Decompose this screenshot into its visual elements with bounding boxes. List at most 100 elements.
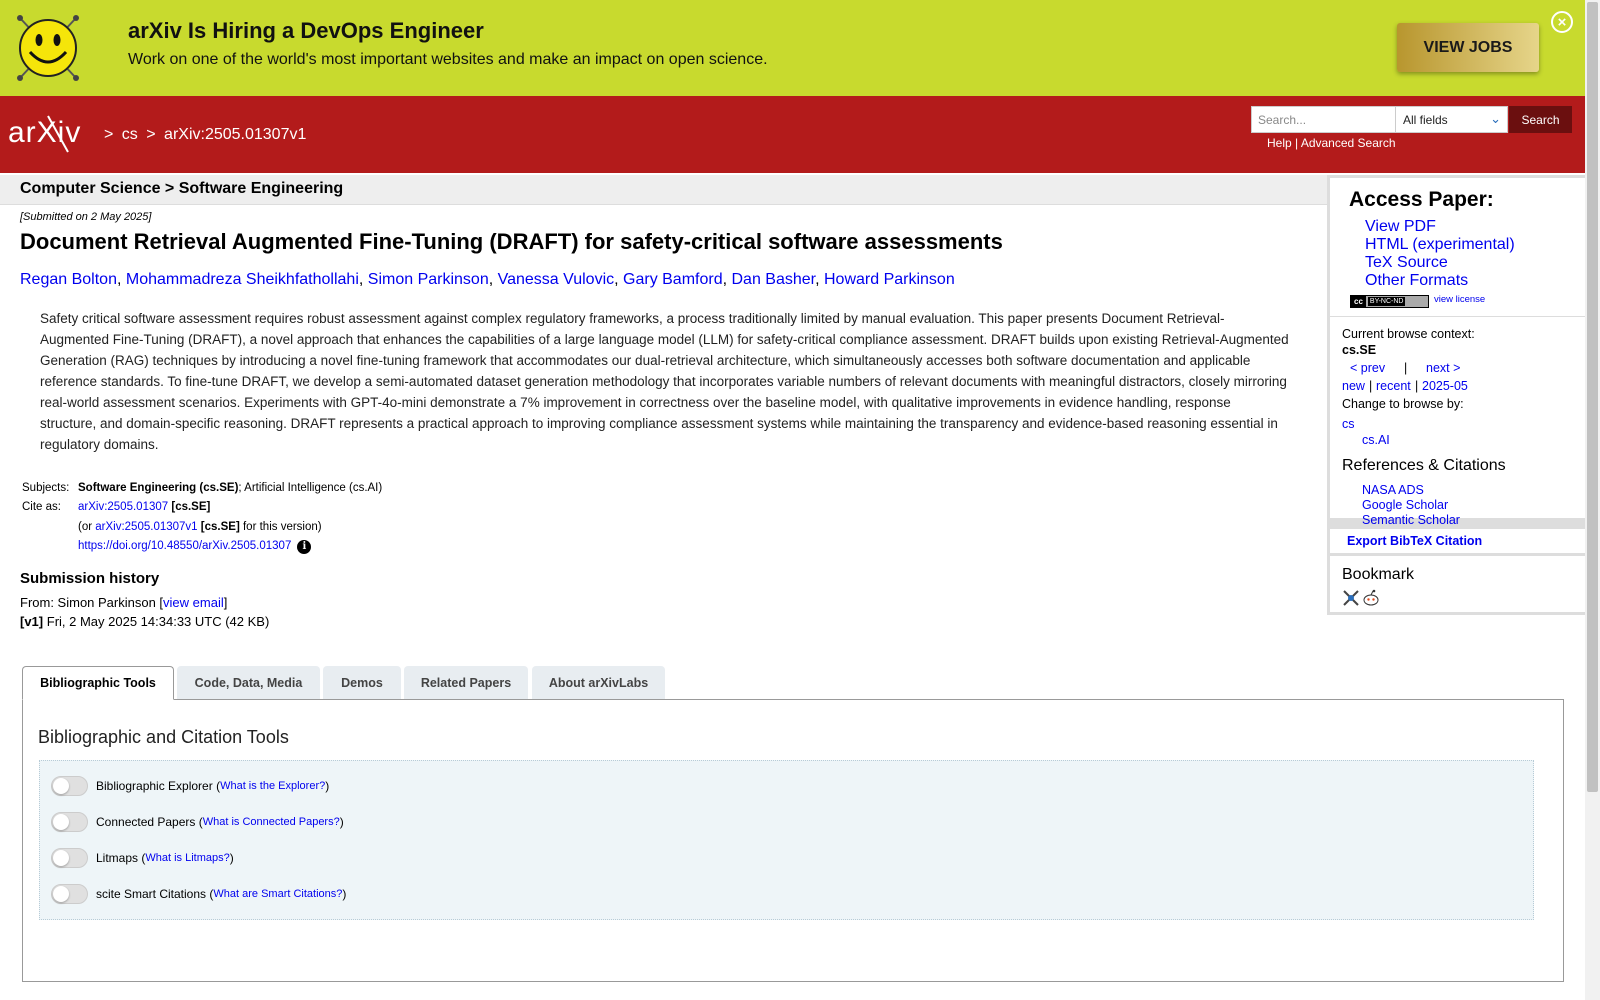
banner-title: arXiv Is Hiring a DevOps Engineer — [128, 18, 484, 43]
semantic-scholar-link[interactable]: Semantic Scholar — [1362, 513, 1460, 527]
tab-demos[interactable]: Demos — [323, 666, 401, 699]
new-link[interactable]: new — [1342, 379, 1365, 393]
browse-cs-link[interactable]: cs — [1342, 417, 1355, 431]
bibliographic-explorer-toggle[interactable] — [51, 776, 88, 796]
author-link[interactable]: Gary Bamford — [623, 271, 723, 288]
tools-box: Bibliographic Explorer (What is the Expl… — [39, 760, 1534, 920]
tool-row: Connected Papers (What is Connected Pape… — [51, 812, 344, 832]
author-link[interactable]: Regan Bolton — [20, 271, 117, 288]
author-link[interactable]: Simon Parkinson — [368, 271, 489, 288]
view-email-link[interactable]: view email — [163, 595, 224, 610]
cite-version-link[interactable]: arXiv:2505.01307v1 — [95, 521, 197, 533]
secondary-subjects: ; Artificial Intelligence (cs.AI) — [238, 482, 383, 494]
references-title: References & Citations — [1342, 457, 1506, 474]
breadcrumb-paper-id[interactable]: arXiv:2505.01307v1 — [164, 126, 306, 143]
context-label: Current browse context: — [1342, 327, 1475, 341]
access-paper-box: Access Paper: View PDF HTML (experimenta… — [1330, 178, 1585, 316]
tool-help-link[interactable]: What is Litmaps? — [145, 852, 229, 864]
tool-help-link[interactable]: What is Connected Papers? — [203, 816, 340, 828]
tool-name: Litmaps — [96, 851, 139, 865]
bookmark-title: Bookmark — [1342, 566, 1415, 583]
author-list: Regan Bolton, Mohammadreza Sheikhfatholl… — [20, 271, 955, 288]
tex-source-link[interactable]: TeX Source — [1365, 254, 1448, 271]
tool-row: Bibliographic Explorer (What is the Expl… — [51, 776, 329, 796]
author-link[interactable]: Mohammadreza Sheikhfathollahi — [126, 271, 359, 288]
connected-papers-toggle[interactable] — [51, 812, 88, 832]
license-badge-label: BY-NC-ND — [1367, 297, 1406, 306]
access-links: View PDF HTML (experimental) TeX Source … — [1365, 218, 1515, 290]
recent-link[interactable]: recent — [1376, 379, 1411, 393]
access-title: Access Paper: — [1349, 188, 1494, 211]
breadcrumb-separator: > — [146, 126, 156, 143]
sidebar: Access Paper: View PDF HTML (experimenta… — [1327, 175, 1585, 615]
cite-version-tag: [cs.SE] — [200, 521, 240, 533]
browse-csai-link[interactable]: cs.AI — [1362, 433, 1390, 447]
breadcrumb: > cs > arXiv:2505.01307v1 — [104, 126, 310, 144]
subjects-value: Software Engineering (cs.SE); Artificial… — [78, 482, 382, 494]
nav-separator: | — [1404, 361, 1408, 375]
arxiv-logo[interactable]: arXiv — [8, 114, 102, 154]
cc-icon: cc — [1351, 296, 1366, 307]
info-icon[interactable]: i — [297, 540, 312, 554]
change-browse-label: Change to browse by: — [1342, 397, 1464, 411]
author-link[interactable]: Howard Parkinson — [824, 271, 955, 288]
page-scrollbar[interactable] — [1585, 0, 1600, 1000]
other-formats-link[interactable]: Other Formats — [1365, 272, 1468, 289]
subject-heading: Computer Science > Software Engineering — [20, 180, 344, 197]
doi-link[interactable]: https://doi.org/10.48550/arXiv.2505.0130… — [78, 540, 291, 552]
tool-name: Bibliographic Explorer — [96, 779, 213, 793]
nav-separator: | — [1369, 379, 1373, 393]
scite-toggle[interactable] — [51, 884, 88, 904]
tab-panel: Bibliographic and Citation Tools Bibliog… — [22, 699, 1564, 982]
export-bibtex-link[interactable]: Export BibTeX Citation — [1347, 534, 1482, 548]
subject-bar: Computer Science > Software Engineering — [0, 175, 1327, 205]
search-input[interactable] — [1251, 106, 1396, 133]
help-link[interactable]: Help — [1267, 136, 1292, 150]
author-link[interactable]: Vanessa Vulovic — [498, 271, 615, 288]
breadcrumb-separator: > — [104, 126, 114, 143]
tab-bibliographic-tools[interactable]: Bibliographic Tools — [22, 666, 174, 700]
search-button[interactable]: Search — [1509, 106, 1572, 133]
abstract: Safety critical software assessment requ… — [40, 311, 1289, 452]
view-license-link[interactable]: view license — [1434, 294, 1485, 305]
month-link[interactable]: 2025-05 — [1422, 379, 1468, 393]
search-field-select[interactable]: All fields ⌄ — [1395, 106, 1508, 133]
cite-label: Cite as: — [22, 501, 61, 513]
next-link[interactable]: next > — [1426, 361, 1460, 375]
hiring-banner: arXiv Is Hiring a DevOps Engineer Work o… — [0, 0, 1585, 96]
license-badge[interactable]: cc BY-NC-ND — [1350, 295, 1429, 308]
litmaps-toggle[interactable] — [51, 848, 88, 868]
search-help-links: Help | Advanced Search — [1267, 136, 1396, 150]
smiley-logo-icon — [17, 15, 79, 81]
bibsonomy-icon[interactable] — [1342, 589, 1360, 607]
nasa-ads-link[interactable]: NASA ADS — [1362, 483, 1424, 497]
tab-code-data-media[interactable]: Code, Data, Media — [177, 666, 320, 699]
subjects-label: Subjects: — [22, 482, 70, 494]
version-date: Fri, 2 May 2025 14:34:33 UTC (42 KB) — [46, 614, 270, 629]
prev-link[interactable]: < prev — [1350, 361, 1385, 375]
version-v1: [v1] Fri, 2 May 2025 14:34:33 UTC (42 KB… — [20, 614, 269, 629]
html-link[interactable]: HTML (experimental) — [1365, 236, 1515, 253]
view-jobs-button[interactable]: VIEW JOBS — [1397, 23, 1539, 72]
banner-subtitle: Work on one of the world's most importan… — [128, 51, 768, 68]
tool-help-link[interactable]: What are Smart Citations? — [213, 888, 342, 900]
tab-related-papers[interactable]: Related Papers — [404, 666, 528, 699]
reddit-icon[interactable] — [1362, 589, 1380, 607]
cite-id-link[interactable]: arXiv:2505.01307 — [78, 501, 168, 513]
close-icon[interactable]: × — [1551, 11, 1573, 33]
google-scholar-link[interactable]: Google Scholar — [1362, 498, 1448, 512]
author-link[interactable]: Dan Basher — [732, 271, 816, 288]
view-pdf-link[interactable]: View PDF — [1365, 218, 1436, 235]
search-field-value: All fields — [1403, 113, 1448, 127]
tab-about-arxivlabs[interactable]: About arXivLabs — [532, 666, 665, 699]
panel-title: Bibliographic and Citation Tools — [38, 727, 289, 747]
breadcrumb-cs[interactable]: cs — [122, 126, 138, 143]
references-links: NASA ADS Google Scholar Semantic Scholar — [1362, 483, 1460, 528]
tool-help-link[interactable]: What is the Explorer? — [220, 780, 325, 792]
advanced-search-link[interactable]: Advanced Search — [1301, 136, 1396, 150]
scrollbar-thumb[interactable] — [1587, 2, 1598, 792]
cite-line: arXiv:2505.01307 [cs.SE] — [78, 501, 210, 513]
references-box: References & Citations NASA ADS Google S… — [1330, 446, 1585, 527]
tool-row: Litmaps (What is Litmaps?) — [51, 848, 234, 868]
primary-subject: Software Engineering (cs.SE) — [78, 482, 239, 494]
